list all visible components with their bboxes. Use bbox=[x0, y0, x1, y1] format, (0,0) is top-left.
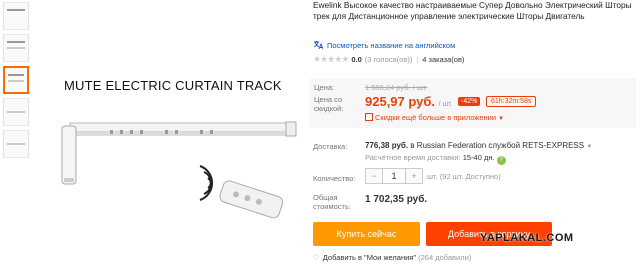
quantity-label: Количество: bbox=[313, 174, 356, 183]
discount-price-label: Цена со скидкой: bbox=[314, 95, 344, 113]
watermark: YAPLAKAL.COM bbox=[480, 232, 574, 244]
translate-link-text: Посмотреть название на английском bbox=[327, 40, 456, 50]
discount-badge: -42% bbox=[458, 97, 481, 106]
quantity-input[interactable]: 1 bbox=[382, 169, 406, 183]
product-title: Ewelink Высокое качество настраиваемые С… bbox=[313, 0, 632, 21]
chevron-down-icon: ▼ bbox=[498, 116, 505, 122]
quantity-available: шт. (92 шт. Доступно) bbox=[427, 172, 501, 181]
rating-votes[interactable]: (3 голоса(ов)) bbox=[365, 55, 413, 64]
buy-now-button[interactable]: Купить сейчас bbox=[313, 222, 420, 246]
product-info: Ewelink Высокое качество настраиваемые С… bbox=[313, 0, 635, 65]
discounted-price: 925,97 руб. / шт. bbox=[365, 94, 453, 109]
chevron-down-icon: ▼ bbox=[586, 144, 593, 150]
shipping-cost: 776,38 руб. bbox=[365, 141, 409, 150]
thumbnail-1[interactable] bbox=[3, 2, 29, 30]
thumbnail-2[interactable] bbox=[3, 34, 29, 62]
price-label: Цена: bbox=[314, 83, 335, 92]
delivery-time-days: 15-40 дн. bbox=[462, 153, 495, 162]
rating-score: 0.0 bbox=[351, 55, 362, 64]
translate-icon bbox=[314, 41, 323, 50]
delivery-time-label: Расчётное время доставки: bbox=[365, 153, 463, 162]
qr-icon bbox=[365, 113, 373, 121]
shipping-label: Доставка: bbox=[313, 142, 348, 151]
app-discount-text: Скидки ещё больше в приложении bbox=[375, 113, 497, 122]
divider: | bbox=[416, 55, 419, 64]
quantity-increase-button[interactable]: + bbox=[406, 169, 422, 183]
old-price: 1 586,24 руб. / шт. bbox=[365, 83, 428, 92]
image-caption: MUTE ELECTRIC CURTAIN TRACK bbox=[64, 78, 282, 93]
quantity-decrease-button[interactable]: − bbox=[366, 169, 382, 183]
orders-count: 4 заказа(ов) bbox=[422, 55, 465, 64]
total-label: Общая стоимость: bbox=[313, 193, 351, 211]
thumbnail-4[interactable] bbox=[3, 98, 29, 126]
star-rating-icon: ★★★★★ bbox=[313, 54, 349, 64]
discounted-price-value: 925,97 руб. bbox=[365, 94, 436, 109]
translate-link[interactable]: Посмотреть название на английском bbox=[313, 40, 635, 50]
price-box: Цена: 1 586,24 руб. / шт. Цена со скидко… bbox=[310, 78, 636, 128]
thumbnail-strip bbox=[3, 2, 31, 162]
delivery-time: Расчётное время доставки: 15-40 дн. ? bbox=[365, 153, 506, 165]
shipping-details: в Russian Federation службой RETS-EXPRES… bbox=[408, 141, 585, 150]
price-unit: / шт. bbox=[438, 101, 453, 108]
countdown-timer: 61h:32m:58s bbox=[486, 96, 537, 107]
wishlist-link[interactable]: ♡ Добавить в "Мои желания" (264 добавили) bbox=[313, 253, 471, 262]
total-value: 1 702,35 руб. bbox=[365, 194, 428, 205]
main-product-image[interactable]: MUTE ELECTRIC CURTAIN TRACK bbox=[40, 60, 300, 250]
thumbnail-3-active[interactable] bbox=[3, 66, 29, 94]
thumbnail-5[interactable] bbox=[3, 130, 29, 158]
rating-row: ★★★★★ 0.0 (3 голоса(ов)) | 4 заказа(ов) bbox=[313, 54, 635, 65]
wishlist-count: (264 добавили) bbox=[418, 253, 472, 262]
shipping-selector[interactable]: 776,38 руб. в Russian Federation службой… bbox=[365, 141, 592, 150]
heart-icon: ♡ bbox=[313, 253, 320, 262]
quantity-stepper: − 1 + bbox=[365, 168, 423, 184]
help-icon[interactable]: ? bbox=[496, 156, 506, 165]
wishlist-text: Добавить в "Мои желания" bbox=[322, 253, 417, 262]
app-discount-link[interactable]: Скидки ещё больше в приложении ▼ bbox=[365, 113, 504, 122]
